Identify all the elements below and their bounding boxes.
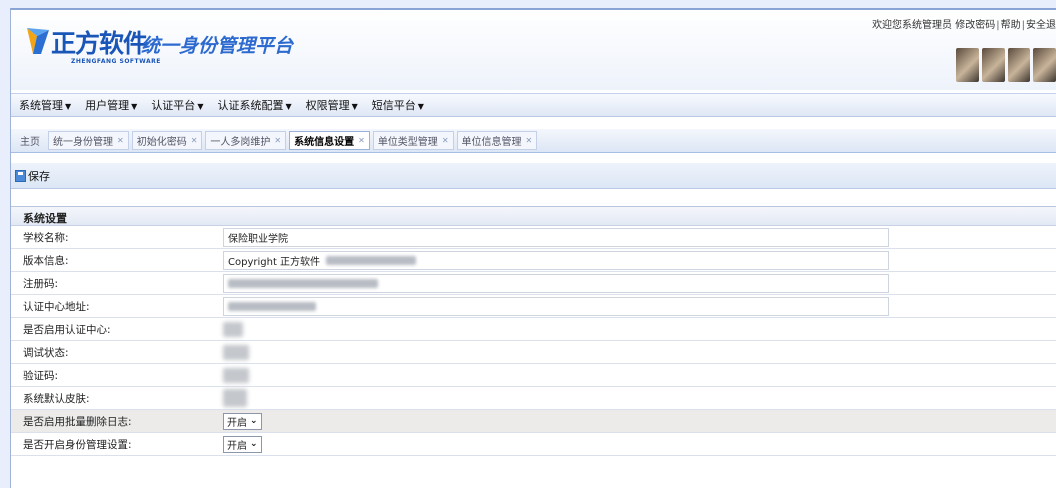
caret-down-icon: ▼: [351, 102, 358, 111]
logo-icon: [27, 28, 49, 54]
menu-system-management[interactable]: 系统管理 ▼: [19, 97, 71, 113]
form-row-identity-settings: 是否开启身份管理设置: 开启 ⌄: [11, 433, 1056, 456]
redacted-text: [228, 301, 316, 311]
redacted-select[interactable]: [223, 389, 247, 407]
field-label: 是否启用批量删除日志:: [23, 415, 132, 428]
form-row-register-code: 注册码:: [11, 272, 1056, 295]
menu-auth-system-config[interactable]: 认证系统配置 ▼: [217, 97, 291, 113]
brand-subtitle: ZHENGFANG SOFTWARE: [71, 58, 161, 65]
field-label: 注册码:: [23, 277, 59, 290]
form-row-school-name: 学校名称: 保险职业学院: [11, 226, 1056, 249]
tab-home[interactable]: 主页: [15, 131, 45, 150]
close-icon[interactable]: ✕: [358, 136, 365, 145]
chevron-down-icon: ⌄: [250, 439, 258, 449]
tab-multi-post[interactable]: 一人多岗维护 ✕: [205, 131, 287, 150]
field-label: 验证码:: [23, 369, 59, 382]
close-icon[interactable]: ✕: [526, 136, 533, 145]
header-photo: [956, 48, 979, 82]
app-window: 正方软件 ZHENGFANG SOFTWARE 统一身份管理平台 欢迎您系统管理…: [10, 8, 1056, 488]
settings-panel: 系统设置 学校名称: 保险职业学院 版本信息: Copyright 正方软件 注…: [11, 206, 1056, 456]
field-label: 是否开启身份管理设置:: [23, 438, 132, 451]
chevron-down-icon: ⌄: [250, 416, 258, 426]
register-code-input[interactable]: [223, 273, 889, 293]
tab-system-info-settings[interactable]: 系统信息设置 ✕: [289, 131, 370, 150]
top-links: 欢迎您系统管理员 修改密码|帮助|安全退: [872, 16, 1056, 31]
form-row-batch-delete-log: 是否启用批量删除日志: 开启 ⌄: [11, 410, 1056, 433]
auth-center-addr-input[interactable]: [223, 296, 889, 316]
identity-settings-select[interactable]: 开启 ⌄: [223, 435, 262, 453]
change-password-link[interactable]: 修改密码: [955, 20, 995, 31]
help-link[interactable]: 帮助: [1001, 20, 1021, 31]
form-row-auth-center-addr: 认证中心地址:: [11, 295, 1056, 318]
tab-unit-type-management[interactable]: 单位类型管理 ✕: [372, 131, 454, 150]
close-icon[interactable]: ✕: [117, 136, 124, 145]
copyright-input[interactable]: Copyright 正方软件: [223, 250, 889, 270]
redacted-select[interactable]: [223, 344, 249, 360]
section-title: 系统设置: [11, 207, 1056, 226]
form-row-default-skin: 系统默认皮肤:: [11, 387, 1056, 410]
caret-down-icon: ▼: [417, 102, 424, 111]
close-icon[interactable]: ✕: [274, 136, 281, 145]
main-menu: 系统管理 ▼ 用户管理 ▼ 认证平台 ▼ 认证系统配置 ▼ 权限管理 ▼ 短信平台 ▼: [11, 93, 1056, 117]
toolbar: 保存: [11, 163, 1056, 189]
caret-down-icon: ▼: [197, 102, 204, 111]
save-button-label: 保存: [28, 169, 50, 183]
field-label: 调试状态:: [23, 346, 69, 359]
header-photo: [1007, 48, 1031, 82]
menu-sms-platform[interactable]: 短信平台 ▼: [372, 97, 424, 113]
redacted-text: [228, 278, 378, 288]
field-label: 认证中心地址:: [23, 300, 90, 313]
logout-link[interactable]: 安全退: [1026, 20, 1056, 31]
caret-down-icon: ▼: [65, 102, 72, 111]
menu-permission-management[interactable]: 权限管理 ▼: [306, 97, 358, 113]
header-photo-strip: [956, 48, 1056, 82]
caret-down-icon: ▼: [131, 102, 138, 111]
header-photo: [981, 48, 1005, 82]
brand-name: 正方软件: [51, 29, 148, 58]
menu-user-management[interactable]: 用户管理 ▼: [85, 97, 137, 113]
batch-delete-log-select[interactable]: 开启 ⌄: [223, 412, 262, 430]
menu-auth-platform[interactable]: 认证平台 ▼: [151, 97, 203, 113]
redacted-select[interactable]: [223, 367, 249, 383]
field-label: 系统默认皮肤:: [23, 392, 90, 405]
tab-identity-management[interactable]: 统一身份管理 ✕: [48, 131, 129, 150]
field-label: 版本信息:: [23, 254, 69, 267]
redacted-select[interactable]: [223, 321, 243, 337]
form-row-debug-state: 调试状态:: [11, 341, 1056, 364]
school-name-input[interactable]: 保险职业学院: [223, 227, 889, 247]
header-photo: [1033, 48, 1056, 82]
form-row-verify-code: 验证码:: [11, 364, 1056, 387]
form-row-enable-auth-center: 是否启用认证中心:: [11, 318, 1056, 341]
platform-title: 统一身份管理平台: [141, 35, 294, 57]
tab-init-password[interactable]: 初始化密码 ✕: [131, 131, 203, 150]
redacted-text: [326, 255, 417, 265]
close-icon[interactable]: ✕: [442, 136, 449, 145]
save-button[interactable]: 保存: [15, 168, 50, 184]
header: 正方软件 ZHENGFANG SOFTWARE 统一身份管理平台 欢迎您系统管理…: [11, 10, 1056, 90]
close-icon[interactable]: ✕: [191, 136, 198, 145]
tab-bar: 主页 统一身份管理 ✕ 初始化密码 ✕ 一人多岗维护 ✕ 系统信息设置 ✕ 单位类型管理…: [11, 129, 1056, 153]
field-label: 学校名称:: [23, 231, 69, 244]
welcome-text: 欢迎您系统管理员: [872, 20, 953, 31]
form-row-copyright: 版本信息: Copyright 正方软件: [11, 249, 1056, 272]
caret-down-icon: ▼: [285, 102, 292, 111]
tab-unit-info-management[interactable]: 单位信息管理 ✕: [456, 131, 538, 150]
save-icon: [15, 169, 26, 182]
field-label: 是否启用认证中心:: [23, 323, 111, 336]
